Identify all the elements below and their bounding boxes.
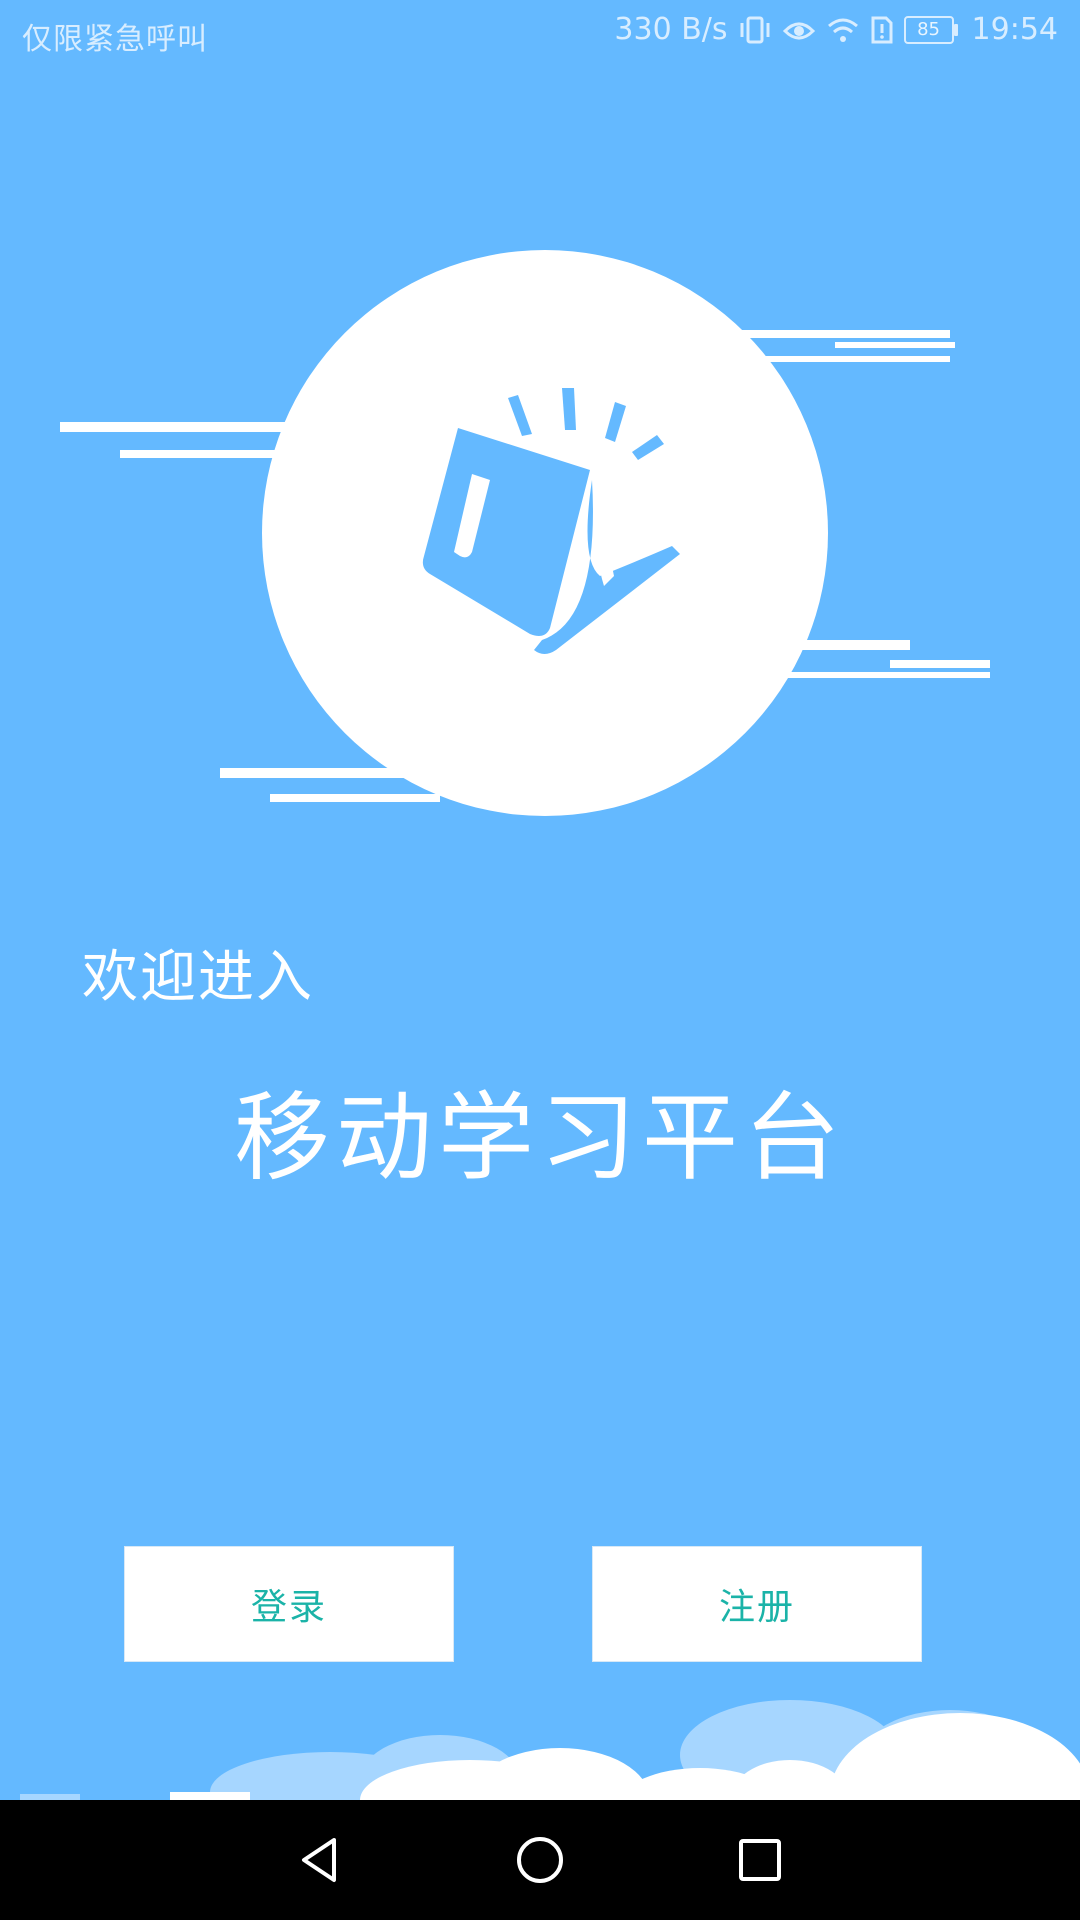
register-button[interactable]: 注册 bbox=[592, 1546, 922, 1662]
login-button-label: 登录 bbox=[250, 1587, 327, 1628]
status-bar: 仅限紧急呼叫 330 B/s 85 19:54 bbox=[0, 0, 1080, 68]
vibrate-icon bbox=[738, 15, 772, 45]
sim-alert-icon bbox=[870, 15, 894, 45]
wifi-icon bbox=[826, 15, 860, 45]
network-speed: 330 B/s bbox=[614, 12, 728, 47]
register-button-label: 注册 bbox=[718, 1587, 795, 1628]
back-icon[interactable] bbox=[290, 1830, 350, 1890]
app-title: 移动学习平台 bbox=[234, 1082, 846, 1194]
home-icon[interactable] bbox=[510, 1830, 570, 1890]
login-button[interactable]: 登录 bbox=[124, 1546, 454, 1662]
navigation-bar bbox=[0, 1800, 1080, 1920]
welcome-greeting: 欢迎进入 bbox=[82, 945, 314, 1010]
clouds-decoration bbox=[0, 1700, 1080, 1877]
status-icons: 330 B/s 85 19:54 bbox=[614, 12, 1058, 47]
recents-icon[interactable] bbox=[730, 1830, 790, 1890]
status-time: 19:54 bbox=[971, 12, 1058, 47]
battery-icon: 85 bbox=[903, 15, 958, 44]
hero-illustration bbox=[60, 240, 990, 840]
eye-icon bbox=[782, 15, 816, 45]
status-carrier-text: 仅限紧急呼叫 bbox=[22, 22, 208, 57]
